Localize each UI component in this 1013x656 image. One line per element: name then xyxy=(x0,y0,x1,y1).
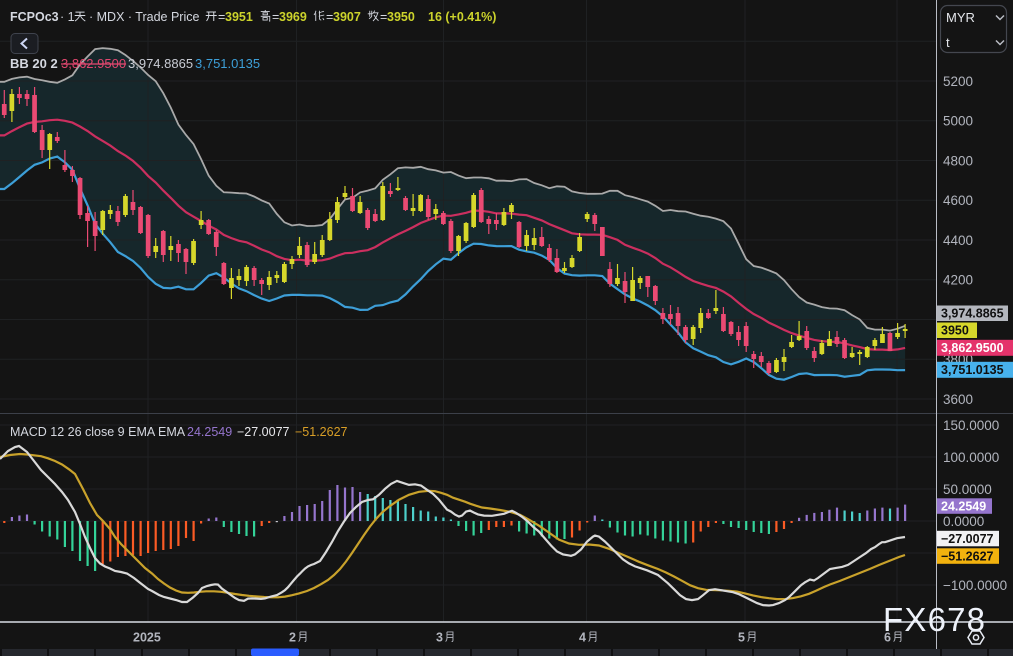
svg-text:100.0000: 100.0000 xyxy=(943,450,999,465)
svg-text:−51.2627: −51.2627 xyxy=(941,549,994,563)
svg-text:5200: 5200 xyxy=(943,74,973,89)
svg-text:4200: 4200 xyxy=(943,273,973,288)
svg-text:4800: 4800 xyxy=(943,153,973,168)
svg-text:3950: 3950 xyxy=(387,10,415,24)
svg-text:3: 3 xyxy=(436,631,443,645)
svg-text:4400: 4400 xyxy=(943,233,973,248)
svg-text:3951: 3951 xyxy=(225,10,253,24)
svg-text:24.2549: 24.2549 xyxy=(187,425,232,439)
svg-text:2025: 2025 xyxy=(133,631,161,645)
svg-text:FCPOc3: FCPOc3 xyxy=(10,10,59,24)
svg-text:3969: 3969 xyxy=(279,10,307,24)
svg-text:−51.2627: −51.2627 xyxy=(295,425,348,439)
svg-text:· MDX · Trade Price: · MDX · Trade Price xyxy=(89,10,199,24)
svg-text:3907: 3907 xyxy=(333,10,361,24)
svg-text:3950: 3950 xyxy=(941,324,969,338)
svg-text:−27.0077: −27.0077 xyxy=(237,425,290,439)
svg-text:5: 5 xyxy=(738,631,745,645)
svg-text:0.0000: 0.0000 xyxy=(943,514,984,529)
svg-text:3600: 3600 xyxy=(943,392,973,407)
svg-text:3,751.0135: 3,751.0135 xyxy=(195,56,260,71)
svg-text:3,862.9500: 3,862.9500 xyxy=(61,56,126,71)
svg-text:4: 4 xyxy=(579,631,586,645)
svg-text:150.0000: 150.0000 xyxy=(943,418,999,433)
svg-text:5000: 5000 xyxy=(943,114,973,129)
svg-text:3,974.8865: 3,974.8865 xyxy=(941,307,1004,321)
svg-text:24.2549: 24.2549 xyxy=(941,499,986,513)
svg-text:· 1: · 1 xyxy=(60,10,75,24)
svg-text:t: t xyxy=(946,35,950,50)
svg-text:3,974.8865: 3,974.8865 xyxy=(128,56,193,71)
svg-text:MACD 12 26 close 9 EMA EMA: MACD 12 26 close 9 EMA EMA xyxy=(10,425,186,439)
svg-text:3,862.9500: 3,862.9500 xyxy=(941,341,1004,355)
svg-text:−100.0000: −100.0000 xyxy=(943,578,1007,593)
svg-text:MYR: MYR xyxy=(946,10,975,25)
svg-text:3,751.0135: 3,751.0135 xyxy=(941,363,1004,377)
svg-text:−27.0077: −27.0077 xyxy=(941,532,994,546)
svg-text:4600: 4600 xyxy=(943,193,973,208)
svg-text:50.0000: 50.0000 xyxy=(943,482,992,497)
svg-text:16 (+0.41%): 16 (+0.41%) xyxy=(428,10,496,24)
svg-text:BB 20 2: BB 20 2 xyxy=(10,56,58,71)
svg-text:2: 2 xyxy=(289,631,296,645)
